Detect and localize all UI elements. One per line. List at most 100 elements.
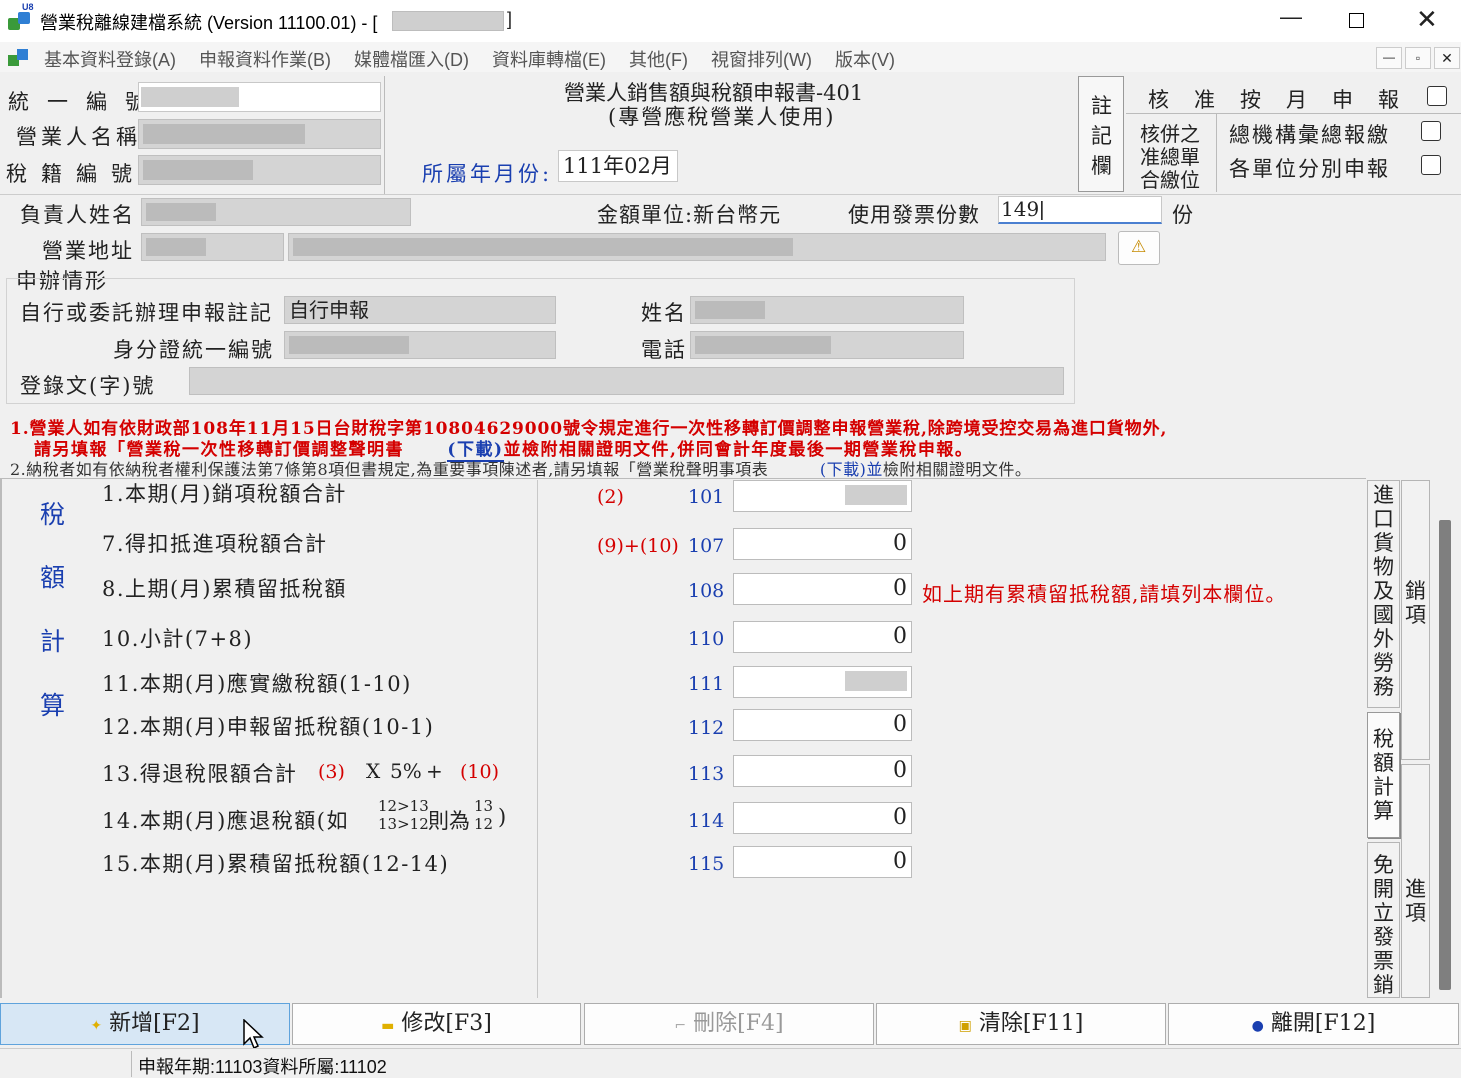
phone-label: 電話 [641,338,687,362]
side-char-3: 計 [40,627,66,656]
invoice-unit: 份 [1172,203,1193,227]
row-113-label: 13.得退稅限額合計 [102,762,298,786]
tax-id-label: 稅籍編號 [6,162,146,186]
year-month-field[interactable]: 111年02月 [558,150,678,182]
row-113-f1: (3) [318,761,345,783]
side-tab-import[interactable]: 進口貨物及國外勞務 [1367,480,1400,708]
edit-icon: ▬ [381,1018,395,1034]
head-office-checkbox[interactable] [1421,121,1441,141]
window-title: 營業稅離線建檔系統 (Version 11100.01) - [ [40,13,378,33]
currency-label: 金額單位:新台幣元 [597,203,782,227]
menu-version[interactable]: 版本(V) [835,46,895,72]
business-name-label: 營業人名稱 [16,125,141,149]
edit-button[interactable]: ▬ 修改[F3] [292,1003,581,1045]
approved-monthly-label: 核准按月申報 [1148,88,1424,112]
note-label-1: 註 [1091,94,1112,118]
row-112-label: 12.本期(月)申報留抵稅額(10-1) [102,715,435,739]
row-101-input[interactable] [733,480,912,512]
row-113-plus: + [426,759,443,783]
row-111-input[interactable] [733,666,912,698]
separate-checkbox[interactable] [1421,155,1441,175]
business-name-field[interactable] [138,119,381,149]
header-hline [1126,113,1461,114]
menu-db-convert[interactable]: 資料庫轉檔(E) [492,46,606,72]
row-114-r-bot: 12 [474,815,494,833]
mdi-restore-button[interactable]: ▫ [1405,47,1431,69]
name-label: 姓名 [641,301,687,325]
filing-type-field[interactable]: 自行申報 [284,296,556,324]
row-107-code: 107 [688,535,725,557]
approved-monthly-checkbox[interactable] [1427,86,1447,106]
address-city-field[interactable] [141,233,284,261]
clear-button[interactable]: ▣ 清除[F11] [876,1003,1166,1045]
vertical-scrollbar[interactable] [1433,480,1459,998]
row-114-bot: 13>12 [378,815,429,833]
row-111-code: 111 [688,673,725,695]
row-114-label: 14.本期(月)應退稅額(如 [102,809,349,833]
row-112-input[interactable]: 0 [733,709,912,741]
name-field[interactable] [690,296,964,324]
side-char-4: 算 [40,691,66,720]
row-114-then: 則為 [428,809,470,833]
unified-no-field[interactable] [138,82,381,112]
menu-app-icon [8,46,32,68]
address-detail-field[interactable] [288,233,1106,261]
menu-basic-data[interactable]: 基本資料登錄(A) [44,46,176,72]
row-115-input[interactable]: 0 [733,846,912,878]
status-divider [131,1051,132,1077]
right-tab-purchase[interactable]: 進項 [1401,764,1430,998]
row-113-code: 113 [688,763,725,785]
scrollbar-thumb[interactable] [1439,520,1451,990]
delete-button[interactable]: ⌐ 刪除[F4] [584,1003,874,1045]
row-113-input[interactable]: 0 [733,755,912,787]
owner-field[interactable] [141,198,411,226]
registration-field[interactable] [189,367,1064,395]
right-tab-sales[interactable]: 銷項 [1401,480,1430,760]
menu-media-import[interactable]: 媒體檔匯入(D) [354,46,469,72]
row-115-code: 115 [688,853,725,875]
address-lookup-icon: ⚠ [1131,237,1147,256]
address-lookup-button[interactable]: ⚠ [1118,231,1160,265]
clear-icon: ▣ [958,1018,972,1034]
close-icon[interactable]: ✕ [1416,4,1438,35]
row-114-code: 114 [688,810,725,832]
side-tab-tax-calc[interactable]: 稅額計算 [1367,712,1400,838]
menu-items: 基本資料登錄(A) 申報資料作業(B) 媒體檔匯入(D) 資料庫轉檔(E) 其他… [44,46,895,72]
title-bar: U8 營業稅離線建檔系統 (Version 11100.01) - [ ] — … [0,0,1461,42]
side-tab-exempt[interactable]: 免開立發票銷 [1367,842,1400,998]
mdi-minimize-button[interactable]: — [1376,47,1402,69]
address-label: 營業地址 [42,239,134,263]
menu-report-data[interactable]: 申報資料作業(B) [199,46,331,72]
separate-label: 各單位分別申報 [1229,157,1390,181]
row-115-label: 15.本期(月)累積留抵稅額(12-14) [102,852,450,876]
row-110-label: 10.小計(7+8) [102,627,254,651]
row-110-input[interactable]: 0 [733,621,912,653]
row-111-label: 11.本期(月)應實繳稅額(1-10) [102,672,412,696]
calc-divider [537,480,538,998]
tax-id-field[interactable] [138,155,381,185]
menu-bar: 基本資料登錄(A) 申報資料作業(B) 媒體檔匯入(D) 資料庫轉檔(E) 其他… [0,42,1461,72]
row-113-pct: 5% [390,759,422,783]
status-bar: 申報年期:11103資料所屬:11102 [0,1048,1461,1078]
invoice-count-input[interactable]: 149| [998,196,1162,224]
row-101-label: 1.本期(月)銷項稅額合計 [102,482,347,506]
registration-label: 登錄文(字)號 [20,374,156,398]
minimize-icon[interactable]: — [1280,4,1302,30]
exit-icon: ● [1251,1018,1264,1034]
maximize-icon[interactable] [1349,13,1364,28]
row-108-input[interactable]: 0 [733,573,912,605]
row-113-f2: (10) [460,761,500,783]
menu-window[interactable]: 視窗排列(W) [711,46,812,72]
exit-button[interactable]: ● 離開[F12] [1168,1003,1459,1045]
row-114-input[interactable]: 0 [733,802,912,834]
row-107-input[interactable]: 0 [733,528,912,560]
row-114-top: 12>13 [378,797,429,815]
status-text: 申報年期:11103資料所屬:11102 [138,1057,387,1077]
id-field[interactable] [284,331,556,359]
phone-field[interactable] [690,331,964,359]
header-divider [384,76,385,194]
menu-other[interactable]: 其他(F) [629,46,688,72]
header-bottom-line [0,194,1461,195]
row-110-code: 110 [688,628,725,650]
mdi-close-button[interactable]: ✕ [1434,47,1460,69]
